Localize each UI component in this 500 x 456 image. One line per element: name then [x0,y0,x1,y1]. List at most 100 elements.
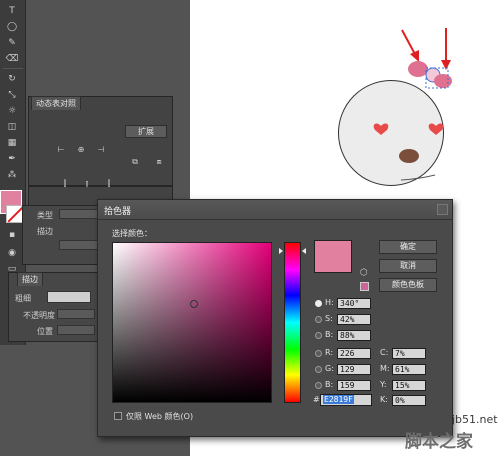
weight-label: 粗细 [15,294,31,303]
hex-input[interactable]: E2819F [320,394,372,406]
cyan-field-row: C: 7% [380,348,430,360]
color-picker-dialog: 拾色器 选择颜色： ⬡ 确定 取消 颜色色板 H: 340° S: 42% B:… [97,199,453,437]
web-only-checkbox[interactable] [114,412,122,420]
close-icon[interactable] [437,204,448,215]
watermark-domain: jb51.net [452,413,498,426]
dialog-titlebar[interactable]: 拾色器 [98,200,452,220]
black-field-row: K: 0% [380,395,430,407]
appearance-slot[interactable] [59,240,99,250]
appearance-panel: 类型 描边 [22,205,102,265]
opacity-label: 不透明度 [23,311,55,320]
eyedropper-tool-icon[interactable]: ✒ [4,152,20,166]
yellow-field-row: Y: 15% [380,380,430,392]
mesh-tool-icon[interactable]: ▦ [4,136,20,150]
green-field-row: G: 129 [315,364,375,376]
cyan-label: C: [380,348,389,357]
cancel-button[interactable]: 取消 [379,259,437,273]
web-safe-cube-icon[interactable]: ⬡ [360,268,368,278]
type-dropdown[interactable] [59,209,99,219]
red-label: R: [325,348,334,357]
heart-eye-icon [373,123,389,135]
web-safe-swatch[interactable] [360,282,369,291]
align-left-icon[interactable]: ⊢ [55,145,67,155]
expand-button[interactable]: 扩展 [125,125,167,138]
blue-field-row: B: 159 [315,380,375,392]
opacity-input[interactable] [57,309,95,319]
select-color-label: 选择颜色： [112,229,152,238]
hue-label: H: [325,298,334,307]
stroke-panel: 描边 粗细 不透明度 位置 [8,272,100,342]
saturation-label: S: [325,314,333,323]
hue-input[interactable]: 340° [337,298,371,309]
warp-tool-icon[interactable]: ☼ [4,104,20,118]
transparency-panel: 动态表对照 扩展 ⊢ ⊕ ⊣ ⧉ ⧈ [28,96,173,186]
magenta-input[interactable]: 61% [392,364,426,375]
draw-mode-icon[interactable]: ◉ [4,246,20,260]
hue-pointer-right-icon[interactable] [302,248,306,254]
yellow-label: Y: [380,380,387,389]
hex-hash-label: # [313,395,320,404]
saturation-brightness-field[interactable] [112,242,272,403]
stroke-panel-tab[interactable]: 描边 [17,272,43,286]
blue-input[interactable]: 159 [337,380,371,391]
eraser-tool-icon[interactable]: ⌫ [4,52,20,66]
weight-input[interactable] [47,291,91,303]
rotate-tool-icon[interactable]: ↻ [4,72,20,86]
blue-radio[interactable] [315,382,322,389]
green-radio[interactable] [315,366,322,373]
color-mode-icon[interactable]: ▪ [4,228,20,242]
yellow-input[interactable]: 15% [392,380,426,391]
dialog-title: 拾色器 [104,207,132,217]
heart-eye-icon [428,123,444,135]
hue-field-row: H: 340° [315,298,375,310]
ellipse-tool-icon[interactable]: ◯ [4,20,20,34]
color-cursor[interactable] [190,300,198,308]
stroke-label: 描边 [37,227,53,236]
type-tool-icon[interactable]: T [4,4,20,18]
position-label: 位置 [37,327,53,336]
hue-pointer-left-icon[interactable] [279,248,283,254]
black-input[interactable]: 0% [392,395,426,406]
cyan-input[interactable]: 7% [392,348,426,359]
shape-builder-tool-icon[interactable]: ◫ [4,120,20,134]
pencil-tool-icon[interactable]: ✎ [4,36,20,50]
red-radio[interactable] [315,350,322,357]
green-input[interactable]: 129 [337,364,371,375]
magenta-label: M: [380,364,390,373]
distribute-center-icon[interactable]: ⫾ [81,179,93,189]
scale-tool-icon[interactable]: ⤡ [4,88,20,102]
saturation-input[interactable]: 42% [337,314,371,325]
red-field-row: R: 226 [315,348,375,360]
face-illustration [338,80,444,186]
saturation-radio[interactable] [315,316,322,323]
symbol-sprayer-tool-icon[interactable]: ⁂ [4,168,20,182]
saturation-field-row: S: 42% [315,314,375,326]
type-label: 类型 [37,211,53,220]
pathfinder-minus-icon[interactable]: ⧈ [153,157,165,167]
panel-tab-dynamic[interactable]: 动态表对照 [31,96,81,110]
watermark-brand: 脚本之家 [405,432,473,452]
blue-label: B: [325,380,334,389]
color-swatches-button[interactable]: 颜色色板 [379,278,437,292]
red-input[interactable]: 226 [337,348,371,359]
distribute-right-icon[interactable]: ⫿ [103,179,115,189]
toolbar-divider [3,68,23,69]
bow-illustration[interactable] [405,55,455,95]
hue-slider[interactable] [284,242,301,403]
black-label: K: [380,395,388,404]
web-only-label: 仅限 Web 颜色(O) [126,412,194,421]
new-color-preview [314,240,352,273]
brightness-input[interactable]: 88% [337,330,371,341]
position-input[interactable] [57,325,95,335]
brightness-radio[interactable] [315,332,322,339]
distribute-left-icon[interactable]: ⫿ [59,179,71,189]
pathfinder-icon[interactable]: ⧉ [129,157,141,167]
align-right-icon[interactable]: ⊣ [95,145,107,155]
mouth-line [400,174,436,181]
align-center-icon[interactable]: ⊕ [75,145,87,155]
green-label: G: [325,364,334,373]
brightness-field-row: B: 88% [315,330,375,342]
ok-button[interactable]: 确定 [379,240,437,254]
hex-value: E2819F [323,395,354,404]
hue-radio[interactable] [315,300,322,307]
